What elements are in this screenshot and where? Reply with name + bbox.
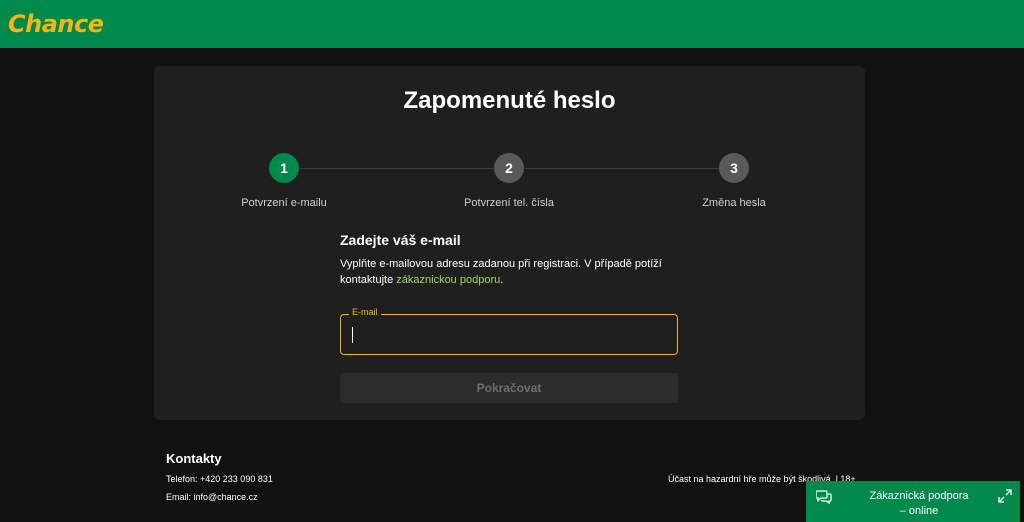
form-description-end: . [500,274,504,286]
step-2-circle: 2 [494,153,524,183]
contacts-email[interactable]: Email: info@chance.cz [166,492,273,502]
form-heading: Zadejte váš e-mail [340,232,461,248]
stepper: 1 Potvrzení e-mailu 2 Potvrzení tel. čís… [154,152,865,212]
step-3-label: Změna hesla [702,197,766,209]
step-connector [300,168,494,169]
chance-logo[interactable]: Chance [8,10,104,38]
chat-icon [815,490,832,505]
email-input[interactable] [341,315,677,354]
contacts-phone[interactable]: Telefon: +420 233 090 831 [166,474,273,484]
support-link[interactable]: zákaznickou podporu [396,274,500,286]
email-field-label: E-mail [349,307,381,317]
contacts-title: Kontakty [166,451,222,466]
email-field[interactable]: E-mail [340,307,678,355]
page-title: Zapomenuté heslo [403,87,616,114]
step-1-label: Potvrzení e-mailu [241,197,327,209]
email-form-text: Zadejte váš e-mail Vyplňte e-mailovou ad… [340,232,678,288]
form-description: Vyplňte e-mailovou adresu zadanou při re… [340,256,678,288]
forgot-password-card: Zapomenuté heslo 1 Potvrzení e-mailu 2 P… [154,66,865,420]
support-widget-status: – online [899,505,939,517]
step-connector [525,168,719,169]
continue-button[interactable]: Pokračovat [340,373,678,403]
step-2-label: Potvrzení tel. čísla [464,197,554,209]
top-header: Chance [0,0,1024,48]
step-1-circle: 1 [269,153,299,183]
text-caret [352,327,353,343]
step-3-circle: 3 [719,153,749,183]
support-widget-title: Zákaznická podpora [869,490,969,502]
support-widget-text: Zákaznická podpora – online [844,489,994,519]
support-chat-widget[interactable]: Zákaznická podpora – online [806,481,1020,522]
footer-contacts: Kontakty Telefon: +420 233 090 831 Email… [166,451,273,502]
expand-icon[interactable] [998,489,1012,503]
